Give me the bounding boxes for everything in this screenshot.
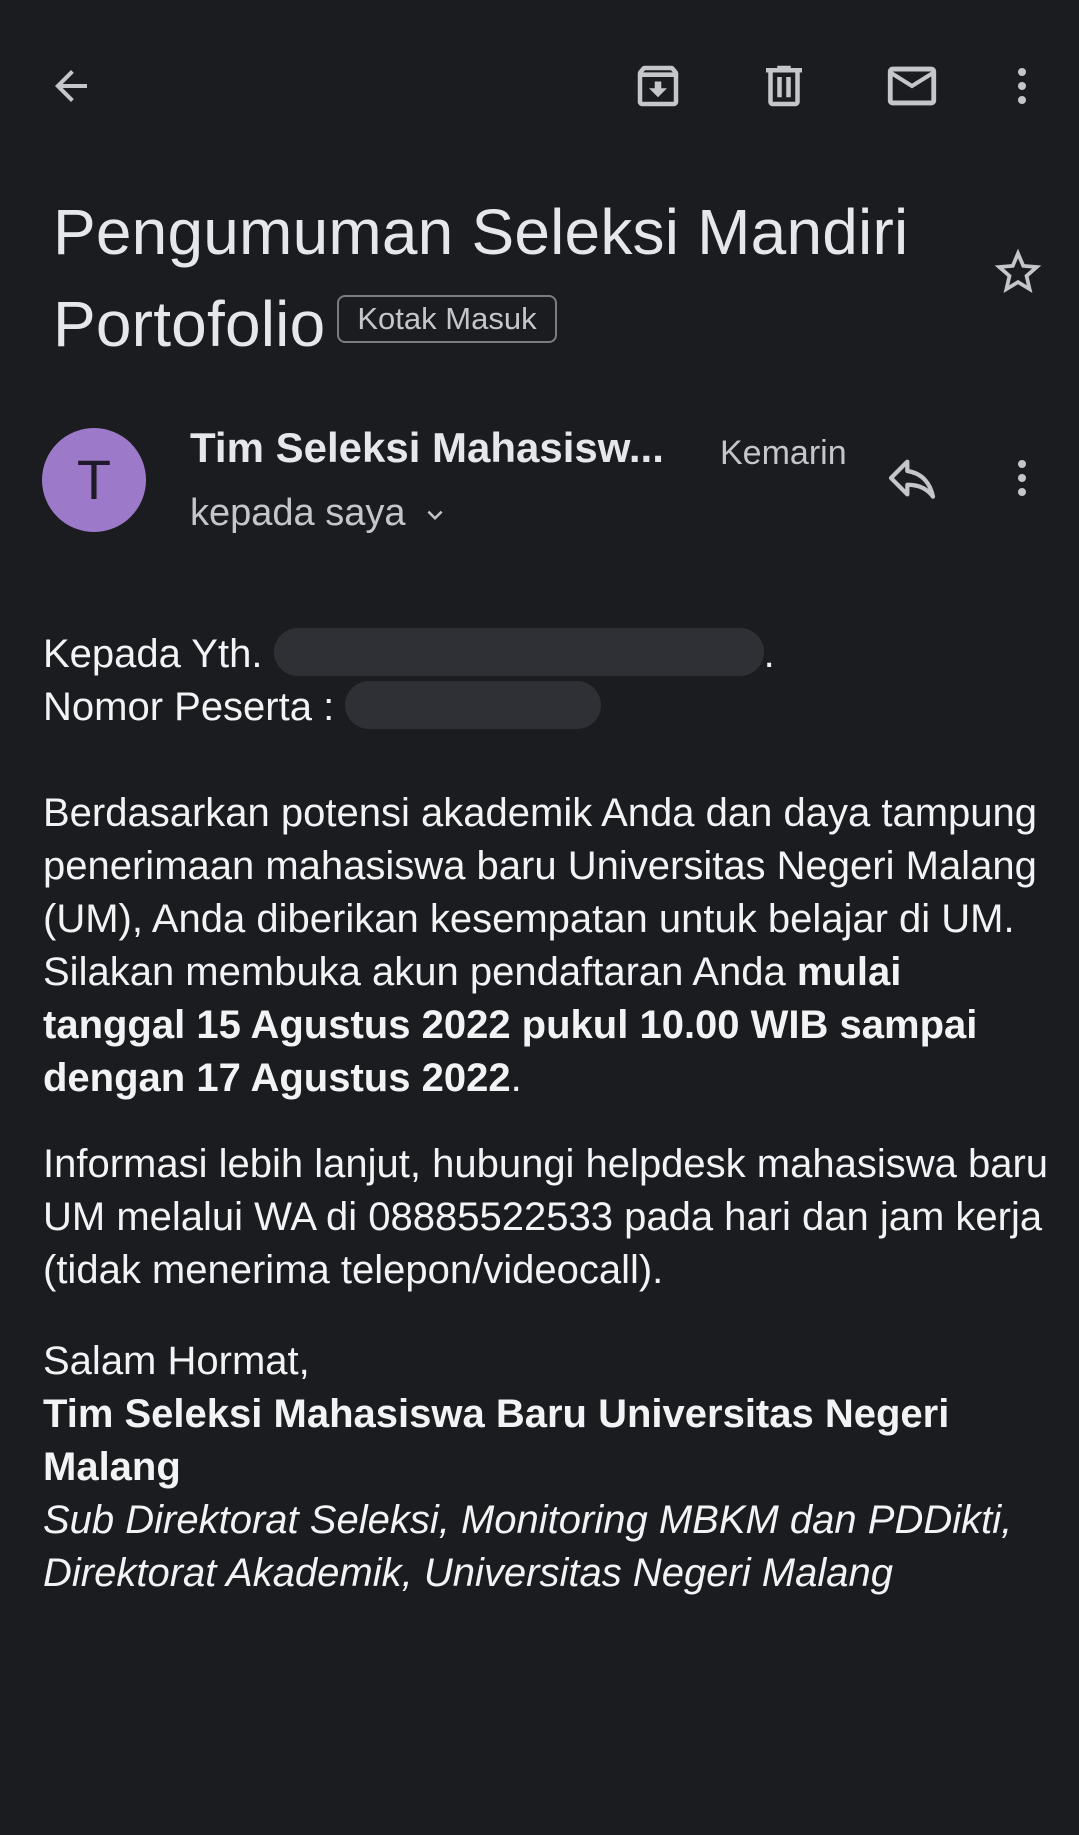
message-more-button[interactable] [990, 446, 1054, 510]
email-body: Kepada Yth. . Nomor Peserta : Berdasarka… [43, 628, 1053, 1600]
back-button[interactable] [39, 54, 103, 118]
paragraph-2: Informasi lebih lanjut, hubungi helpdesk… [43, 1142, 1049, 1292]
redacted-name [273, 628, 764, 677]
participant-line: Nomor Peserta : [43, 681, 1053, 734]
subject-line-1: Pengumuman Seleksi Mandiri [53, 196, 909, 268]
delete-button[interactable] [752, 54, 816, 118]
sender-avatar[interactable]: T [42, 428, 146, 532]
greeting-suffix: . [763, 632, 775, 676]
star-button[interactable] [986, 240, 1050, 304]
more-vert-icon [1018, 460, 1026, 496]
reply-button[interactable] [880, 446, 944, 510]
signature-bold: Tim Seleksi Mahasiswa Baru Universitas N… [43, 1392, 950, 1489]
signature-italic: Sub Direktorat Seleksi, Monitoring MBKM … [43, 1498, 1013, 1595]
mark-unread-button[interactable] [880, 54, 944, 118]
greeting-prefix: Kepada Yth. [43, 632, 263, 676]
closing: Salam Hormat, [43, 1339, 310, 1383]
more-options-button[interactable] [990, 54, 1054, 118]
sender-name[interactable]: Tim Seleksi Mahasisw... [190, 424, 664, 472]
archive-button[interactable] [626, 54, 690, 118]
top-app-bar [0, 0, 1079, 170]
email-date: Kemarin [720, 434, 847, 472]
participant-label: Nomor Peserta : [43, 685, 335, 729]
signature-unit: Sub Direktorat Seleksi, Monitoring MBKM … [43, 1494, 1053, 1600]
reply-icon [888, 459, 936, 499]
mail-icon [887, 66, 937, 106]
subject-line-2: Portofolio [53, 288, 326, 360]
archive-icon [637, 65, 679, 107]
paragraph-1-end: . [510, 1056, 522, 1100]
greeting-line: Kepada Yth. . [43, 628, 1053, 681]
chevron-down-icon [427, 510, 442, 520]
more-vert-icon [1018, 68, 1026, 104]
star-outline-icon [994, 248, 1042, 293]
recipient-details-toggle[interactable]: kepada saya [190, 492, 450, 535]
email-subject: Pengumuman Seleksi Mandiri Portofolio Kot… [53, 186, 953, 370]
trash-icon [766, 65, 802, 107]
inbox-label-chip[interactable]: Kotak Masuk [337, 295, 557, 344]
arrow-left-icon [55, 70, 87, 102]
sender-row: T Tim Seleksi Mahasisw... Kemarin kepada… [0, 420, 1079, 550]
paragraph-1: Berdasarkan potensi akademik Anda dan da… [43, 787, 1053, 1105]
redacted-participant-number [345, 681, 602, 730]
signature-name: Tim Seleksi Mahasiswa Baru Universitas N… [43, 1388, 1053, 1494]
recipient-label: kepada saya [190, 492, 406, 534]
